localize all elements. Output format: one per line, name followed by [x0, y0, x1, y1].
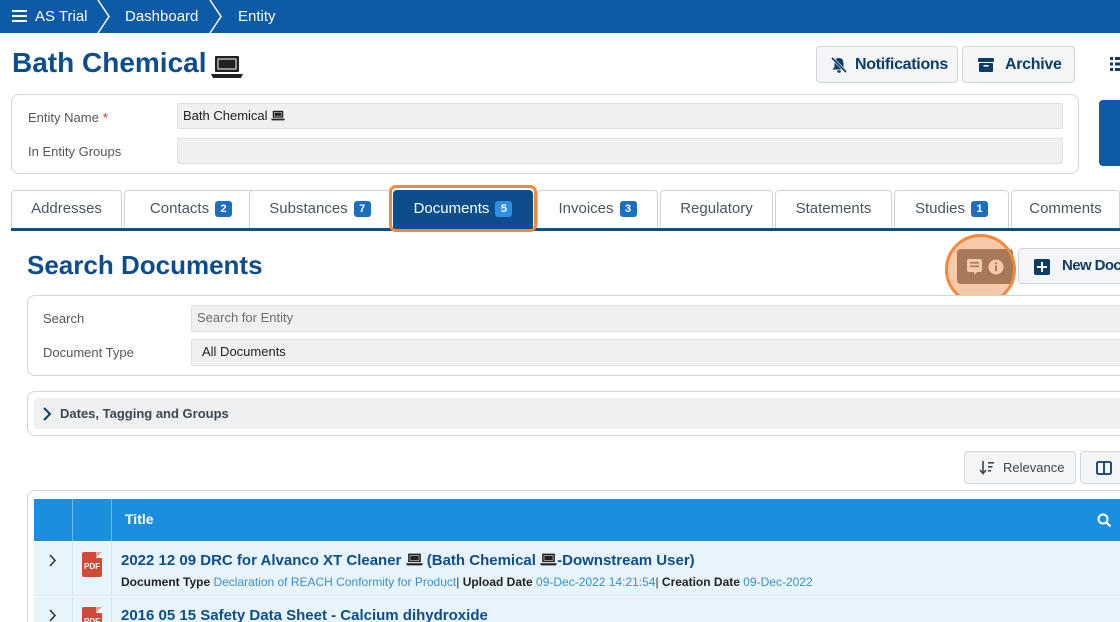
breadcrumb-item-dashboard[interactable]: Dashboard	[125, 0, 198, 33]
breadcrumb-item-entity[interactable]: Entity	[238, 0, 276, 33]
chevron-right-icon	[209, 0, 222, 33]
expand-cell	[34, 542, 73, 596]
search-icon[interactable]	[1097, 513, 1112, 528]
sort-label: Relevance	[1003, 460, 1065, 475]
header-expand-col	[34, 499, 73, 541]
chevron-right-icon[interactable]	[48, 609, 57, 622]
count-badge: 3	[619, 201, 637, 217]
plus-square-icon	[1034, 259, 1050, 275]
document-title-link[interactable]: 2022 12 09 DRC for Alvanco XT Cleaner (B…	[121, 552, 695, 569]
tab-regulatory[interactable]: Regulatory	[660, 190, 773, 228]
laptop-icon	[405, 553, 423, 566]
notifications-button[interactable]: Notifications	[816, 46, 958, 83]
entity-details-panel: Entity Name * Bath Chemical In Entity Gro…	[11, 94, 1079, 174]
tab-comments[interactable]: Comments	[1011, 190, 1120, 228]
header-title[interactable]: Title	[125, 511, 154, 527]
tab-statements[interactable]: Statements	[775, 190, 892, 228]
sort-relevance-button[interactable]: Relevance	[964, 451, 1076, 484]
archive-button[interactable]: Archive	[962, 46, 1075, 83]
count-badge: 2	[215, 201, 233, 217]
tab-invoices[interactable]: Invoices 3	[537, 190, 658, 228]
chevron-right-icon	[97, 0, 110, 33]
search-placeholder: Search for Entity	[197, 310, 294, 325]
document-type-value: Declaration of REACH Conformity for Prod…	[213, 575, 457, 589]
document-type-label: Document Type	[43, 345, 134, 360]
filters-panel: Dates, Tagging and Groups	[27, 391, 1120, 436]
upload-date-value: 09-Dec-2022 14:21:54	[536, 575, 656, 589]
new-document-label: New Doc	[1062, 257, 1120, 274]
menu-icon[interactable]	[12, 10, 27, 22]
page-title: Bath Chemical	[12, 47, 207, 78]
notifications-label: Notifications	[855, 56, 948, 73]
entity-name-value: Bath Chemical	[183, 108, 268, 123]
list-grid-icon[interactable]	[1108, 55, 1120, 73]
tab-studies[interactable]: Studies 1	[894, 190, 1009, 228]
tab-substances[interactable]: Substances 7	[249, 190, 391, 228]
table-row[interactable]: PDF 2016 05 15 Safety Data Sheet - Calci…	[34, 597, 1120, 622]
columns-button[interactable]	[1080, 451, 1120, 484]
creation-date-value: 09-Dec-2022	[743, 575, 813, 589]
count-badge: 7	[353, 201, 371, 217]
archive-box-icon	[978, 58, 994, 72]
pdf-file-icon: PDF	[82, 607, 102, 622]
tab-contacts[interactable]: Contacts 2	[124, 190, 258, 228]
entity-name-field[interactable]: Bath Chemical	[177, 103, 1063, 129]
header-type-col	[73, 499, 112, 541]
columns-icon	[1096, 461, 1112, 475]
chevron-right-icon	[43, 407, 52, 421]
tab-addresses[interactable]: Addresses	[11, 190, 122, 228]
document-meta: Document Type Declaration of REACH Confo…	[121, 575, 813, 589]
side-panel-toggle[interactable]	[1099, 100, 1120, 166]
sort-icon	[979, 461, 994, 475]
documents-table: Title PDF 2022 12 09 DRC for Alvanco XT …	[27, 490, 1120, 622]
highlight-documents-tab	[389, 185, 537, 232]
laptop-icon	[271, 110, 286, 121]
entity-name-label: Entity Name *	[28, 110, 108, 125]
entity-groups-label: In Entity Groups	[28, 144, 122, 159]
entity-tabs: Addresses Contacts 2 Substances 7 Document…	[11, 190, 1120, 228]
breadcrumb-label: AS Trial	[35, 8, 88, 25]
bell-slash-icon	[830, 56, 848, 74]
search-panel: Search Search for Entity Document Type A…	[27, 295, 1120, 376]
tab-underline	[11, 228, 1120, 231]
new-document-button[interactable]: New Doc	[1018, 248, 1120, 284]
breadcrumb: AS Trial Dashboard Entity	[0, 0, 1120, 33]
document-title-link[interactable]: 2016 05 15 Safety Data Sheet - Calcium d…	[121, 607, 488, 622]
pdf-file-icon: PDF	[82, 552, 102, 577]
table-header: Title	[34, 499, 1120, 541]
search-documents-title: Search Documents	[27, 250, 263, 280]
search-label: Search	[43, 311, 85, 326]
archive-label: Archive	[1005, 56, 1062, 73]
filters-toggle[interactable]: Dates, Tagging and Groups	[34, 398, 1120, 429]
entity-groups-field[interactable]	[177, 138, 1063, 164]
laptop-icon	[540, 553, 558, 566]
count-badge: 1	[971, 201, 989, 217]
document-type-select[interactable]: All Documents	[191, 339, 1120, 366]
laptop-icon	[211, 56, 243, 78]
breadcrumb-item-as-trial[interactable]: AS Trial	[12, 0, 88, 33]
chevron-right-icon[interactable]	[48, 554, 57, 567]
filters-label: Dates, Tagging and Groups	[60, 406, 229, 421]
expand-cell	[34, 597, 73, 622]
required-mark: *	[102, 110, 108, 125]
search-input[interactable]: Search for Entity	[191, 305, 1120, 332]
table-row[interactable]: PDF 2022 12 09 DRC for Alvanco XT Cleane…	[34, 542, 1120, 596]
